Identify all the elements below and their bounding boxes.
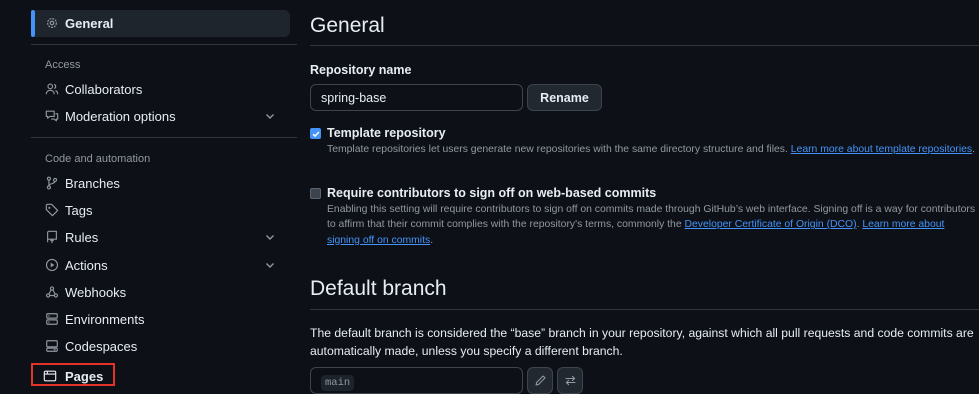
template-repository-desc-text: Template repositories let users generate…: [327, 144, 791, 155]
sidebar-item-collaborators[interactable]: Collaborators: [31, 76, 290, 103]
webhook-icon: [45, 285, 59, 299]
settings-sidebar: General Access Collaborators Moderation …: [31, 0, 297, 387]
template-repository-checkbox[interactable]: [310, 128, 321, 139]
sidebar-item-label: Collaborators: [65, 82, 143, 97]
section-title-access: Access: [45, 59, 81, 71]
sidebar-item-label: Moderation options: [65, 109, 176, 124]
template-repository-learn-more-link[interactable]: Learn more about template repositories: [791, 144, 972, 155]
chevron-down-icon: [266, 263, 274, 268]
play-icon: [45, 258, 59, 272]
pencil-icon: [535, 375, 546, 386]
repository-name-label: Repository name: [310, 63, 412, 77]
edit-branch-button[interactable]: [527, 367, 553, 394]
switch-branch-button[interactable]: [557, 367, 583, 394]
rename-button[interactable]: Rename: [527, 84, 602, 111]
sidebar-item-moderation[interactable]: Moderation options: [31, 103, 290, 130]
dco-link[interactable]: Developer Certificate of Origin (DCO): [685, 219, 857, 230]
gear-icon: [45, 16, 59, 30]
section-divider: [310, 309, 979, 310]
sidebar-item-label: Webhooks: [65, 285, 127, 300]
sidebar-item-environments[interactable]: Environments: [31, 306, 290, 333]
tag-icon: [45, 203, 59, 217]
comment-discussion-icon: [45, 109, 59, 123]
require-signoff-description: Enabling this setting will require contr…: [327, 202, 979, 248]
sidebar-item-label: Actions: [65, 258, 108, 273]
sidebar-item-branches[interactable]: Branches: [31, 170, 290, 197]
default-branch-description: The default branch is considered the “ba…: [310, 326, 974, 358]
default-branch-name: main: [321, 375, 355, 391]
sidebar-item-pages[interactable]: Pages: [31, 363, 115, 386]
sidebar-item-rules[interactable]: Rules: [31, 224, 290, 251]
sidebar-item-webhooks[interactable]: Webhooks: [31, 279, 290, 306]
default-branch-field: main: [310, 367, 523, 394]
require-signoff-title: Require contributors to sign off on web-…: [327, 186, 657, 200]
sidebar-item-tags[interactable]: Tags: [31, 197, 290, 224]
sidebar-item-label: General: [65, 16, 114, 31]
sidebar-item-label: Branches: [65, 176, 120, 191]
sidebar-divider: [31, 137, 297, 138]
sidebar-item-general[interactable]: General: [31, 10, 290, 37]
people-icon: [45, 82, 59, 96]
sidebar-item-label: Environments: [65, 312, 145, 327]
sidebar-item-label: Rules: [65, 230, 99, 245]
selected-indicator: [31, 10, 35, 37]
sidebar-item-label: Tags: [65, 203, 93, 218]
default-branch-title: Default branch: [310, 277, 447, 300]
arrow-switch-icon: [565, 375, 575, 386]
template-repository-description: Template repositories let users generate…: [327, 142, 979, 157]
section-title-code-automation: Code and automation: [45, 153, 151, 165]
template-repository-title: Template repository: [327, 126, 446, 140]
chevron-down-icon: [266, 235, 274, 240]
codespaces-icon: [45, 339, 59, 353]
server-icon: [45, 312, 59, 326]
sidebar-item-label: Pages: [65, 369, 104, 384]
browser-icon: [43, 369, 57, 383]
chevron-down-icon: [266, 114, 274, 119]
check-icon: [312, 130, 319, 137]
git-branch-icon: [45, 176, 59, 190]
sidebar-item-actions[interactable]: Actions: [31, 252, 290, 279]
page-title: General: [310, 14, 385, 37]
sidebar-item-label: Codespaces: [65, 339, 138, 354]
require-signoff-checkbox[interactable]: [310, 188, 321, 199]
sidebar-divider: [31, 44, 297, 45]
desc-end: .: [972, 144, 976, 155]
repo-push-icon: [45, 230, 59, 244]
section-divider: [310, 45, 979, 46]
sidebar-item-codespaces[interactable]: Codespaces: [31, 333, 290, 360]
desc-end: .: [430, 234, 434, 246]
repository-name-input[interactable]: [310, 84, 523, 111]
settings-main: General Repository name Rename Template …: [310, 0, 979, 394]
